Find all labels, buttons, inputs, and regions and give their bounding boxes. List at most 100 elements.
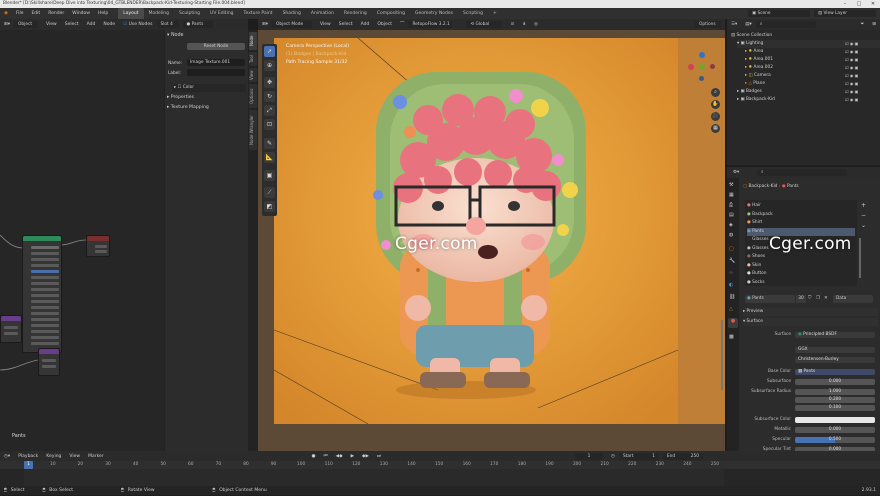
select-tool-icon[interactable]: ➚ [264, 46, 275, 57]
remove-slot-icon[interactable]: − [861, 212, 866, 219]
menu-render[interactable]: Render [44, 8, 68, 19]
zoom-icon[interactable]: ⌕ [711, 88, 720, 97]
material-output-node[interactable] [86, 235, 110, 257]
properties-panel[interactable]: ▸ Properties [167, 94, 247, 102]
rotate-tool-icon[interactable]: ↻ [264, 91, 275, 102]
menu-add[interactable]: Add [357, 19, 374, 30]
sss-method-dropdown[interactable]: Christensen-Burley [795, 356, 875, 364]
eye-icon[interactable]: ☑ ◉ ▣ [845, 72, 879, 80]
jump-end-icon[interactable]: ⏭ [373, 451, 385, 462]
outliner-scene-collection[interactable]: ▤ Scene Collection [731, 32, 880, 40]
scene-selector[interactable]: ▣ Scene [748, 10, 810, 17]
timeline[interactable]: 1102030405060708090100110120130140150160… [0, 461, 880, 486]
outliner-search[interactable]: ⌕ [755, 21, 816, 28]
preview-section[interactable]: ▸ Preview [743, 308, 878, 316]
snap-icon[interactable]: ⋔ [518, 19, 530, 30]
display-mode-icon[interactable]: ▤▾ [741, 19, 756, 30]
menu-file[interactable]: File [12, 8, 28, 19]
subsurface-radius-y-field[interactable]: 0.200 [795, 396, 875, 404]
menu-marker[interactable]: Marker [84, 451, 108, 462]
move-tool-icon[interactable]: ✥ [264, 77, 275, 88]
subsurface-radius-z-field[interactable]: 0.100 [795, 404, 875, 412]
filter-icon[interactable]: ⏷ [857, 19, 869, 30]
tab-modeling[interactable]: Modeling [144, 8, 174, 19]
maximize-icon[interactable]: □ [852, 0, 866, 8]
play-icon[interactable]: ▶ [347, 451, 358, 462]
3d-viewport[interactable]: Camera Perspective (Local) (1) Badges | … [258, 30, 725, 451]
material-selector[interactable]: ● Pants [182, 21, 213, 28]
measure-tool-icon[interactable]: 📐 [264, 152, 275, 163]
node-panel-header[interactable]: ▾ Node [167, 32, 247, 40]
scale-tool-icon[interactable]: ⤢ [264, 105, 275, 116]
unlink-icon[interactable]: ✕ [824, 295, 828, 303]
proportional-icon[interactable]: ◎ [530, 19, 542, 30]
material-slot[interactable]: ● Shoes [747, 253, 855, 262]
options-dropdown[interactable]: Options [695, 21, 721, 28]
tab-compositing[interactable]: Compositing [372, 8, 410, 19]
viewport-scrollbar[interactable] [721, 320, 723, 390]
tab-sculpting[interactable]: Sculpting [174, 8, 205, 19]
slot-list-scrollbar[interactable] [859, 238, 861, 278]
fake-user-icon[interactable]: ⛉ [808, 295, 811, 303]
pan-hand-icon[interactable]: ✋ [711, 100, 720, 109]
tool-tab-icon[interactable]: ⚒ [729, 182, 733, 188]
eye-icon[interactable]: ☑ ◉ ▣ [845, 64, 879, 72]
tab-rendering[interactable]: Rendering [339, 8, 372, 19]
node-canvas[interactable]: Pants [0, 30, 164, 451]
output-tab-icon[interactable]: ⎙ [729, 202, 733, 208]
transform-tool-icon[interactable]: ⊡ [264, 119, 275, 130]
minimize-icon[interactable]: – [838, 0, 852, 8]
editor-type-icon[interactable]: ⊞▾ [0, 19, 14, 30]
view-layer-selector[interactable]: ▤ View Layer [814, 10, 876, 17]
object-tab-icon[interactable]: ▢ [729, 246, 734, 252]
physics-tab-icon[interactable]: ◐ [729, 282, 733, 288]
tab-animation[interactable]: Animation [306, 8, 339, 19]
surface-shader-field[interactable]: ● Principled BSDF [795, 331, 875, 339]
view-layer-tab-icon[interactable]: ▤ [729, 212, 734, 218]
annotate-tool-icon[interactable]: ✎ [264, 138, 275, 149]
eye-icon[interactable]: ☑ ◉ ▣ [845, 96, 879, 104]
editor-type-icon[interactable]: ⊞▾ [258, 19, 272, 30]
editor-type-icon[interactable]: ⚙▾ [729, 167, 743, 178]
tab-texture-paint[interactable]: Texture Paint [239, 8, 278, 19]
menu-edit[interactable]: Edit [27, 8, 44, 19]
material-tab-icon[interactable]: ● [728, 318, 738, 328]
menu-select[interactable]: Select [335, 19, 357, 30]
menu-keying[interactable]: Keying [42, 451, 65, 462]
next-key-icon[interactable]: ◆▶ [358, 451, 373, 462]
material-slot[interactable]: ● Socks [747, 279, 855, 287]
reset-node-button[interactable]: Reset Node [187, 43, 245, 50]
camera-view-icon[interactable]: 🎥 [711, 112, 720, 121]
surface-section[interactable]: ▾ Surface [743, 318, 878, 326]
navigation-gizmo[interactable] [686, 52, 718, 84]
data-tab-icon[interactable]: △ [729, 306, 733, 312]
visibility-toggles[interactable]: ☑ ◉ ▣ ☑ ◉ ▣ ☑ ◉ ▣ ☑ ◉ ▣ ☑ ◉ ▣ ☑ ◉ ▣ ☑ ◉ … [845, 40, 879, 104]
tab-view[interactable]: View [249, 68, 257, 82]
end-frame-field[interactable]: End 250 [662, 452, 703, 460]
render-tab-icon[interactable]: ▦ [729, 192, 734, 198]
mode-selector[interactable]: Object Mode [272, 21, 313, 28]
constraint-tab-icon[interactable]: ⛓ [729, 294, 735, 300]
preview-range-icon[interactable]: ◷ [607, 451, 619, 462]
link-dropdown[interactable]: Data [833, 295, 873, 303]
scene-tab-icon[interactable]: ◈ [729, 222, 733, 228]
tab-options[interactable]: Options [249, 84, 257, 108]
menu-object[interactable]: Object [373, 19, 396, 30]
menu-help[interactable]: Help [94, 8, 112, 19]
name-field[interactable]: Image Texture.001 [187, 59, 245, 66]
add-slot-icon[interactable]: + [861, 202, 866, 209]
current-frame-field[interactable]: 1 [575, 452, 604, 460]
cursor-tool-icon[interactable]: ⊕ [264, 60, 275, 71]
menu-playback[interactable]: Playback [14, 451, 42, 462]
editor-type-icon[interactable]: ☰▾ [727, 19, 741, 30]
orientation-selector[interactable]: ⟲ Global [466, 21, 503, 28]
add-workspace-icon[interactable]: + [488, 8, 502, 19]
texture-mapping-panel[interactable]: ▸ Texture Mapping [167, 104, 247, 112]
tab-tool[interactable]: Tool [249, 52, 257, 66]
material-slot[interactable]: ● Button [747, 270, 855, 279]
material-selector[interactable]: ● Pants [745, 295, 795, 303]
menu-select[interactable]: Select [61, 19, 83, 30]
retopoflow-menu[interactable]: RetopoFlow 3.2.1 [408, 21, 453, 28]
record-icon[interactable]: ● [308, 451, 320, 462]
tab-scripting[interactable]: Scripting [458, 8, 488, 19]
